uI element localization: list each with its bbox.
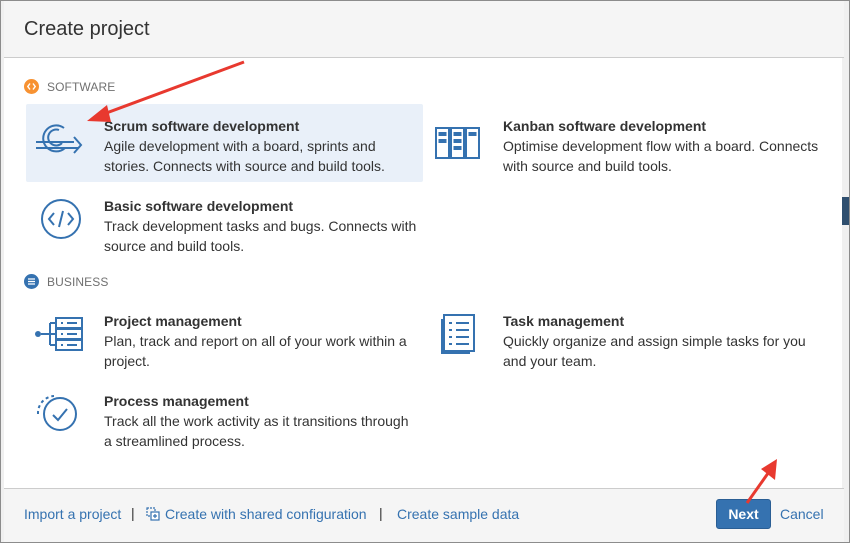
- option-description-line: Optimise development flow with a board. …: [503, 138, 819, 154]
- create-project-dialog: Create project SOFTWARE Scrum software d…: [0, 0, 850, 543]
- option-description-line: Track development tasks and bugs. Connec…: [104, 218, 417, 234]
- option-scrum-software-development[interactable]: Scrum software development Agile develop…: [26, 104, 423, 182]
- option-description-line: and your team.: [503, 353, 597, 369]
- code-icon: [34, 196, 84, 242]
- option-description-line: stories. Connects with source and build …: [104, 158, 385, 174]
- option-title: Project management: [104, 313, 242, 329]
- scrum-icon: [34, 116, 84, 162]
- option-project-management[interactable]: Project management Plan, track and repor…: [26, 299, 423, 377]
- footer-separator: |: [131, 505, 135, 521]
- next-button[interactable]: Next: [716, 499, 771, 529]
- option-description-line: Quickly organize and assign simple tasks…: [503, 333, 806, 349]
- kanban-icon: [433, 116, 483, 162]
- option-process-management[interactable]: Process management Track all the work ac…: [26, 379, 423, 457]
- option-title: Scrum software development: [104, 118, 300, 134]
- option-title: Basic software development: [104, 198, 294, 214]
- option-description-line: Track all the work activity as it transi…: [104, 413, 409, 429]
- option-basic-software-development[interactable]: Basic software development Track develop…: [26, 184, 423, 262]
- option-description-line: source and build tools.: [104, 238, 245, 254]
- dialog-footer: Import a project | Create with shared co…: [4, 488, 844, 542]
- background-page-edge-left: [1, 1, 4, 542]
- section-label-text: SOFTWARE: [47, 79, 116, 94]
- option-title: Task management: [503, 313, 625, 329]
- option-description-line: a streamlined process.: [104, 433, 245, 449]
- option-title: Process management: [104, 393, 249, 409]
- footer-separator: |: [379, 505, 383, 521]
- option-kanban-software-development[interactable]: Kanban software development Optimise dev…: [425, 104, 825, 182]
- option-title: Kanban software development: [503, 118, 707, 134]
- option-description-line: Agile development with a board, sprints …: [104, 138, 376, 154]
- task-list-icon: [433, 311, 483, 357]
- create-sample-data-link[interactable]: Create sample data: [397, 506, 519, 522]
- code-brackets-icon: [24, 79, 39, 94]
- annotation-arrows: [87, 60, 777, 504]
- process-check-icon: [34, 391, 84, 437]
- section-label-business: BUSINESS: [24, 274, 109, 289]
- section-label-software: SOFTWARE: [24, 79, 115, 94]
- list-lines-icon: [24, 274, 39, 289]
- dialog-header: Create project: [4, 1, 844, 58]
- create-shared-configuration-link[interactable]: Create with shared configuration: [165, 506, 367, 522]
- option-description-line: project.: [104, 353, 150, 369]
- section-label-text: BUSINESS: [47, 274, 109, 289]
- option-description-line: Plan, track and report on all of your wo…: [104, 333, 407, 349]
- background-page-edge-right: [842, 1, 849, 542]
- option-task-management[interactable]: Task management Quickly organize and ass…: [425, 299, 825, 377]
- background-dark-bar: [842, 197, 849, 225]
- dialog-title: Create project: [24, 18, 150, 40]
- cancel-link[interactable]: Cancel: [780, 506, 824, 522]
- import-project-link[interactable]: Import a project: [24, 506, 121, 522]
- project-tree-icon: [34, 311, 84, 357]
- shared-configuration-icon: [146, 507, 160, 526]
- option-description-line: with source and build tools.: [503, 158, 672, 174]
